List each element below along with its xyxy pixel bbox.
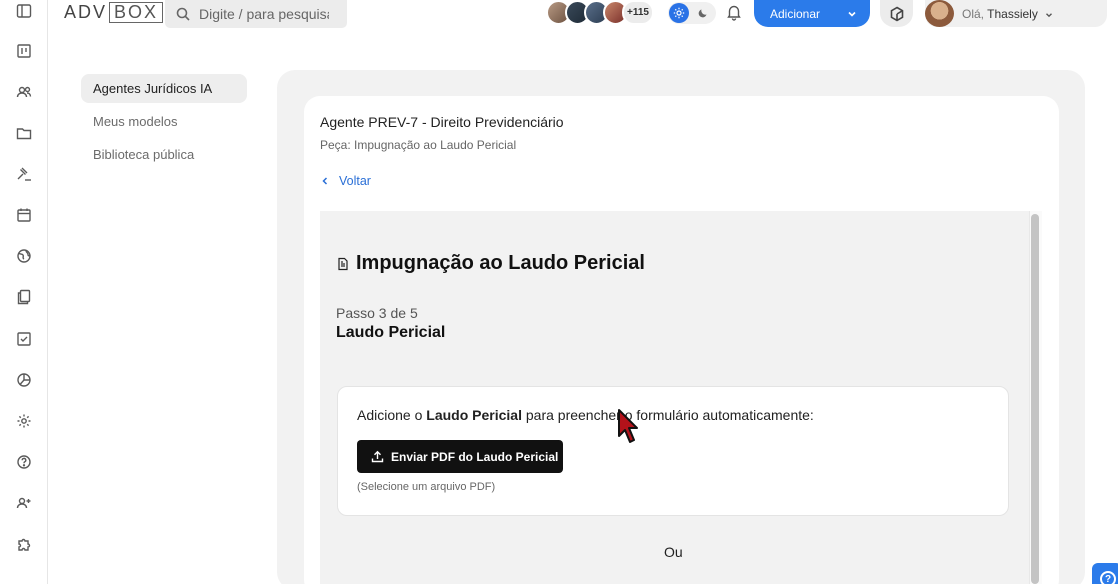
ai-logo-icon bbox=[890, 6, 903, 21]
logo-text: ADV bbox=[64, 2, 108, 22]
left-rail bbox=[0, 0, 48, 584]
upload-bold: Laudo Pericial bbox=[426, 407, 522, 423]
settings-icon[interactable] bbox=[13, 410, 35, 432]
upload-prefix: Adicione o bbox=[357, 407, 427, 423]
task-check-icon[interactable] bbox=[13, 328, 35, 350]
board-icon[interactable] bbox=[13, 40, 35, 62]
agents-subnav: Agentes Jurídicos IA Meus modelos Biblio… bbox=[81, 74, 247, 173]
app-root: ADV BOX +115 Adicionar bbox=[0, 0, 1118, 584]
chevron-down-icon bbox=[846, 8, 858, 20]
search-icon bbox=[176, 7, 190, 21]
upload-pdf-button[interactable]: Enviar PDF do Laudo Pericial bbox=[357, 440, 563, 473]
gavel-icon[interactable] bbox=[13, 163, 35, 185]
folder-icon[interactable] bbox=[13, 122, 35, 144]
scrollbar-thumb[interactable] bbox=[1031, 214, 1039, 584]
back-link[interactable]: Voltar bbox=[320, 174, 371, 188]
search-bar[interactable] bbox=[165, 0, 347, 28]
avatar-overflow-count[interactable]: +115 bbox=[622, 0, 654, 25]
add-button-label: Adicionar bbox=[770, 6, 821, 21]
document-title: Impugnação ao Laudo Pericial bbox=[336, 252, 645, 275]
notifications-bell-icon[interactable] bbox=[725, 3, 743, 21]
back-label: Voltar bbox=[339, 174, 371, 188]
sidebar-toggle-icon[interactable] bbox=[13, 0, 35, 22]
add-user-icon[interactable] bbox=[13, 492, 35, 514]
help-chat-button[interactable]: ? bbox=[1092, 563, 1118, 584]
help-icon[interactable] bbox=[13, 451, 35, 473]
contacts-icon[interactable] bbox=[13, 81, 35, 103]
help-fab-icon: ? bbox=[1100, 571, 1116, 584]
document-title-text: Impugnação ao Laudo Pericial bbox=[356, 252, 645, 274]
mouse-cursor-icon bbox=[618, 409, 638, 443]
subnav-item-agentes-juridicos[interactable]: Agentes Jurídicos IA bbox=[81, 74, 247, 103]
divider-or-text: Ou bbox=[664, 544, 683, 560]
user-name: Thassiely bbox=[987, 6, 1038, 21]
ai-assistant-button[interactable] bbox=[880, 0, 913, 27]
chevron-left-icon bbox=[322, 177, 328, 185]
pie-chart-icon[interactable] bbox=[13, 369, 35, 391]
search-input[interactable] bbox=[199, 6, 329, 22]
agent-title: Agente PREV-7 - Direito Previdenciário bbox=[320, 114, 564, 130]
subnav-item-biblioteca-publica[interactable]: Biblioteca pública bbox=[81, 140, 247, 169]
moon-icon[interactable] bbox=[693, 3, 713, 23]
upload-hint: (Selecione um arquivo PDF) bbox=[357, 481, 496, 493]
user-menu[interactable]: Olá, Thassiely bbox=[925, 0, 1107, 27]
advbox-logo[interactable]: ADV BOX bbox=[64, 2, 164, 23]
avatar bbox=[925, 0, 954, 27]
chevron-down-icon bbox=[1044, 9, 1054, 19]
sun-icon[interactable] bbox=[669, 3, 689, 23]
online-users-avatars[interactable]: +115 bbox=[546, 0, 654, 25]
theme-toggle[interactable] bbox=[668, 2, 716, 24]
calendar-icon[interactable] bbox=[13, 204, 35, 226]
greeting-text: Olá, bbox=[962, 6, 985, 21]
subnav-item-meus-modelos[interactable]: Meus modelos bbox=[81, 107, 247, 136]
globe-icon[interactable] bbox=[13, 245, 35, 267]
upload-icon bbox=[371, 450, 384, 463]
step-indicator: Passo 3 de 5 bbox=[336, 305, 418, 321]
agent-subtitle: Peça: Impugnação ao Laudo Pericial bbox=[320, 138, 517, 152]
logo-box-text: BOX bbox=[109, 2, 164, 23]
document-icon bbox=[338, 257, 348, 270]
puzzle-icon[interactable] bbox=[13, 533, 35, 555]
documents-icon[interactable] bbox=[13, 286, 35, 308]
upload-instructions: Adicione o Laudo Pericial para preencher… bbox=[357, 407, 814, 423]
upload-suffix: para preencher o formulário automaticame… bbox=[521, 407, 814, 423]
upload-button-label: Enviar PDF do Laudo Pericial bbox=[391, 449, 559, 464]
user-greeting: Olá, Thassiely bbox=[962, 7, 1038, 21]
step-name: Laudo Pericial bbox=[336, 324, 446, 341]
add-button[interactable]: Adicionar bbox=[754, 0, 870, 27]
